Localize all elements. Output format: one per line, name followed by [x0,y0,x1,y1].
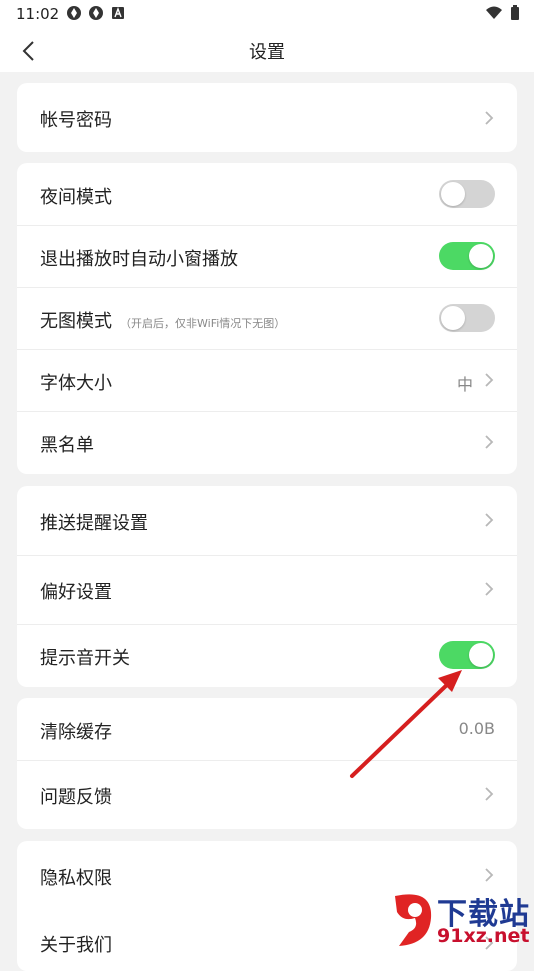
row-night-mode[interactable]: 夜间模式 [17,163,517,225]
chevron-right-icon [485,435,494,449]
row-account-password[interactable]: 帐号密码 [17,83,517,152]
settings-card-display: 夜间模式 退出播放时自动小窗播放 无图模式 （开启后，仅非WiFi情况下无图） 字… [17,163,517,474]
no-image-mode-toggle[interactable] [439,304,495,332]
chevron-right-icon [485,582,494,596]
status-time: 11:02 [16,5,60,23]
row-label: 提示音开关 [40,648,130,669]
status-icons-left [66,5,126,21]
wifi-icon [486,6,502,19]
status-bar: 11:02 [0,0,534,30]
row-blacklist[interactable]: 黑名单 [17,411,517,474]
row-font-size[interactable]: 字体大小 中 [17,349,517,411]
row-label: 字体大小 [40,373,112,394]
chevron-right-icon [485,868,494,882]
row-no-image-mode[interactable]: 无图模式 （开启后，仅非WiFi情况下无图） [17,287,517,349]
chevron-right-icon [485,513,494,527]
a-badge-icon [112,7,124,19]
nav-bar: 设置 [0,30,534,72]
aperture-icon [67,6,81,20]
toggle-knob [469,244,493,268]
toggle-knob [441,182,465,206]
chevron-right-icon [485,373,494,387]
watermark-url: 91xz.net [437,925,530,947]
row-preferences[interactable]: 偏好设置 [17,555,517,624]
font-size-value: 中 [456,375,473,394]
row-label: 关于我们 [40,935,112,956]
row-label-text: 无图模式 [40,311,112,332]
row-label: 帐号密码 [40,110,112,131]
row-label: 清除缓存 [40,722,112,743]
aperture-icon [89,6,103,20]
settings-card-notifications: 推送提醒设置 偏好设置 提示音开关 [17,486,517,687]
page-title: 设置 [249,42,285,63]
chevron-right-icon [485,787,494,801]
battery-icon [511,5,519,20]
row-auto-mini-window[interactable]: 退出播放时自动小窗播放 [17,225,517,287]
row-label: 无图模式 （开启后，仅非WiFi情况下无图） [40,307,285,333]
annotation-arrow [350,670,462,778]
row-label: 退出播放时自动小窗播放 [40,249,238,270]
row-label: 推送提醒设置 [40,513,148,534]
toggle-knob [441,306,465,330]
auto-mini-window-toggle[interactable] [439,242,495,270]
row-note: （开启后，仅非WiFi情况下无图） [120,317,286,330]
night-mode-toggle[interactable] [439,180,495,208]
toggle-knob [469,643,493,667]
row-push-settings[interactable]: 推送提醒设置 [17,486,517,555]
chevron-right-icon [485,111,494,125]
row-label: 问题反馈 [40,787,112,808]
row-label: 偏好设置 [40,582,112,603]
row-label: 隐私权限 [40,868,112,889]
status-icons-right [486,5,520,21]
row-label: 黑名单 [40,435,94,456]
settings-card-account: 帐号密码 [17,83,517,152]
row-label: 夜间模式 [40,187,112,208]
